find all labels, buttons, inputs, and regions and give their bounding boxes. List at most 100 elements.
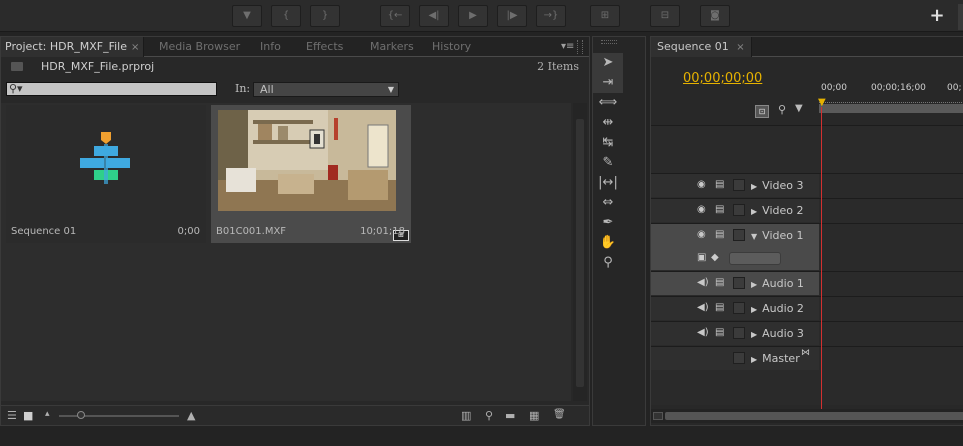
chevron-right-icon[interactable]: ▶ — [751, 305, 757, 314]
sync-lock-icon[interactable]: ▤ — [715, 229, 724, 240]
slide-tool-icon[interactable]: ⇔ — [593, 193, 623, 213]
search-input[interactable] — [23, 83, 213, 95]
overwrite-icon[interactable]: ⊟ — [650, 5, 680, 27]
track-lane[interactable] — [819, 173, 963, 197]
sync-lock-icon[interactable]: ▤ — [715, 302, 724, 313]
new-item-icon[interactable]: ▦ — [529, 409, 539, 422]
speaker-icon[interactable]: ◀) — [697, 277, 709, 288]
scrollbar-thumb[interactable] — [665, 412, 963, 420]
zoom-out-icon[interactable]: ▴ — [45, 409, 50, 419]
track-header-audio-2[interactable]: ◀) ▤ ▶ Audio 2 — [651, 296, 819, 320]
find-icon[interactable]: ⚲ — [485, 409, 493, 422]
hand-tool-icon[interactable]: ✋ — [593, 233, 623, 253]
panel-grip[interactable] — [601, 40, 617, 44]
selection-tool-icon[interactable]: ➤ — [593, 53, 623, 73]
zoom-tool-icon[interactable]: ⚲ — [593, 253, 623, 273]
track-lane[interactable] — [819, 198, 963, 222]
time-ruler[interactable]: 00;00 00;00;16;00 00; — [819, 77, 963, 113]
rolling-edit-tool-icon[interactable]: ⇹ — [593, 113, 623, 133]
track-lock-toggle[interactable] — [733, 179, 745, 191]
add-marker-icon[interactable]: ▼ — [795, 103, 803, 114]
chevron-right-icon[interactable]: ▶ — [751, 355, 757, 364]
track-lock-toggle[interactable] — [733, 302, 745, 314]
scrollbar-cap[interactable] — [653, 412, 663, 420]
keyframe-navigator[interactable] — [729, 252, 781, 265]
track-lane[interactable] — [819, 321, 963, 345]
chevron-right-icon[interactable]: ▶ — [751, 207, 757, 216]
keyframe-icon[interactable]: ◆ — [711, 252, 719, 263]
track-lane[interactable] — [819, 271, 963, 295]
pen-tool-icon[interactable]: ✒ — [593, 213, 623, 233]
track-header-audio-3[interactable]: ◀) ▤ ▶ Audio 3 — [651, 321, 819, 345]
mark-in-icon[interactable]: { — [271, 5, 301, 27]
chevron-right-icon[interactable]: ▶ — [751, 182, 757, 191]
add-marker-icon[interactable]: ▼ — [232, 5, 262, 27]
scrollbar-thumb[interactable] — [576, 119, 584, 387]
project-vertical-scrollbar[interactable] — [573, 103, 587, 401]
track-lane[interactable] — [819, 296, 963, 320]
track-lock-toggle[interactable] — [733, 352, 745, 364]
export-frame-icon[interactable]: ◙ — [700, 5, 730, 27]
close-icon[interactable]: × — [736, 42, 744, 53]
ripple-edit-tool-icon[interactable]: ⟺ — [593, 93, 623, 113]
marker-icon[interactable]: ⚲ — [778, 103, 786, 116]
track-lane[interactable] — [819, 346, 963, 370]
play-icon[interactable]: ▶ — [458, 5, 488, 27]
display-style-icon[interactable]: ▣ — [697, 252, 706, 263]
track-header-video-2[interactable]: ◉ ▤ ▶ Video 2 — [651, 198, 819, 222]
search-field[interactable]: ⚲▾ — [6, 82, 217, 96]
trash-icon[interactable]: 🗑 — [553, 409, 566, 420]
timeline-horizontal-scrollbar[interactable] — [651, 409, 963, 423]
chevron-down-icon[interactable]: ▼ — [751, 232, 757, 241]
speaker-icon[interactable]: ◀) — [697, 327, 709, 338]
track-header-master[interactable]: ▶ Master ⋈ — [651, 346, 819, 370]
tab-project[interactable]: Project: HDR_MXF_File × — [1, 37, 145, 57]
slip-tool-icon[interactable]: |↔| — [593, 173, 623, 193]
tab-effects[interactable]: Effects — [306, 37, 343, 57]
sync-lock-icon[interactable]: ▤ — [715, 277, 724, 288]
chevron-right-icon[interactable]: ▶ — [751, 330, 757, 339]
mark-out-icon[interactable]: } — [310, 5, 340, 27]
panel-grip[interactable] — [958, 4, 963, 30]
close-icon[interactable]: × — [131, 42, 139, 53]
snap-icon[interactable]: ⊡ — [755, 105, 769, 118]
playhead-timecode[interactable]: 00;00;00;00 — [683, 71, 762, 86]
master-collapse-icon[interactable]: ⋈ — [801, 348, 810, 358]
speaker-icon[interactable]: ◀) — [697, 302, 709, 313]
project-item-sequence[interactable]: Sequence 01 0;00 — [6, 105, 206, 243]
track-header-audio-1[interactable]: ◀) ▤ ▶ Audio 1 — [651, 271, 819, 295]
list-view-icon[interactable]: ☰ — [7, 409, 17, 422]
sync-lock-icon[interactable]: ▤ — [715, 327, 724, 338]
eye-icon[interactable]: ◉ — [697, 179, 706, 190]
track-lock-toggle[interactable] — [733, 277, 745, 289]
track-header-video-3[interactable]: ◉ ▤ ▶ Video 3 — [651, 173, 819, 197]
new-bin-icon[interactable]: ▬ — [505, 409, 515, 422]
icon-view-icon[interactable]: ■ — [23, 409, 33, 422]
go-to-in-icon[interactable]: {← — [380, 5, 410, 27]
panel-menu-icon[interactable]: ▾≡ — [561, 41, 574, 52]
track-lock-toggle[interactable] — [733, 229, 745, 241]
work-area-bar[interactable] — [819, 104, 963, 113]
insert-icon[interactable]: ⊞ — [590, 5, 620, 27]
tab-sequence-01[interactable]: Sequence 01 × — [651, 37, 752, 57]
panel-grip[interactable] — [577, 40, 583, 54]
search-icon[interactable]: ⚲▾ — [9, 82, 23, 95]
zoom-slider-handle[interactable] — [76, 411, 85, 419]
tab-info[interactable]: Info — [260, 37, 281, 57]
go-to-out-icon[interactable]: →} — [536, 5, 566, 27]
razor-tool-icon[interactable]: ✎ — [593, 153, 623, 173]
track-lock-toggle[interactable] — [733, 327, 745, 339]
in-filter-select[interactable]: All ▼ — [253, 82, 399, 97]
track-select-tool-icon[interactable]: ⇥ — [593, 73, 623, 93]
step-back-icon[interactable]: ◀| — [419, 5, 449, 27]
sync-lock-icon[interactable]: ▤ — [715, 204, 724, 215]
zoom-in-icon[interactable]: ▲ — [187, 409, 195, 422]
eye-icon[interactable]: ◉ — [697, 204, 706, 215]
chevron-right-icon[interactable]: ▶ — [751, 280, 757, 289]
eye-icon[interactable]: ◉ — [697, 229, 706, 240]
playhead-line[interactable] — [821, 107, 822, 411]
automate-to-sequence-icon[interactable]: ▥ — [461, 409, 471, 422]
track-lane[interactable] — [819, 223, 963, 270]
tab-media-browser[interactable]: Media Browser — [159, 37, 240, 57]
sync-lock-icon[interactable]: ▤ — [715, 179, 724, 190]
